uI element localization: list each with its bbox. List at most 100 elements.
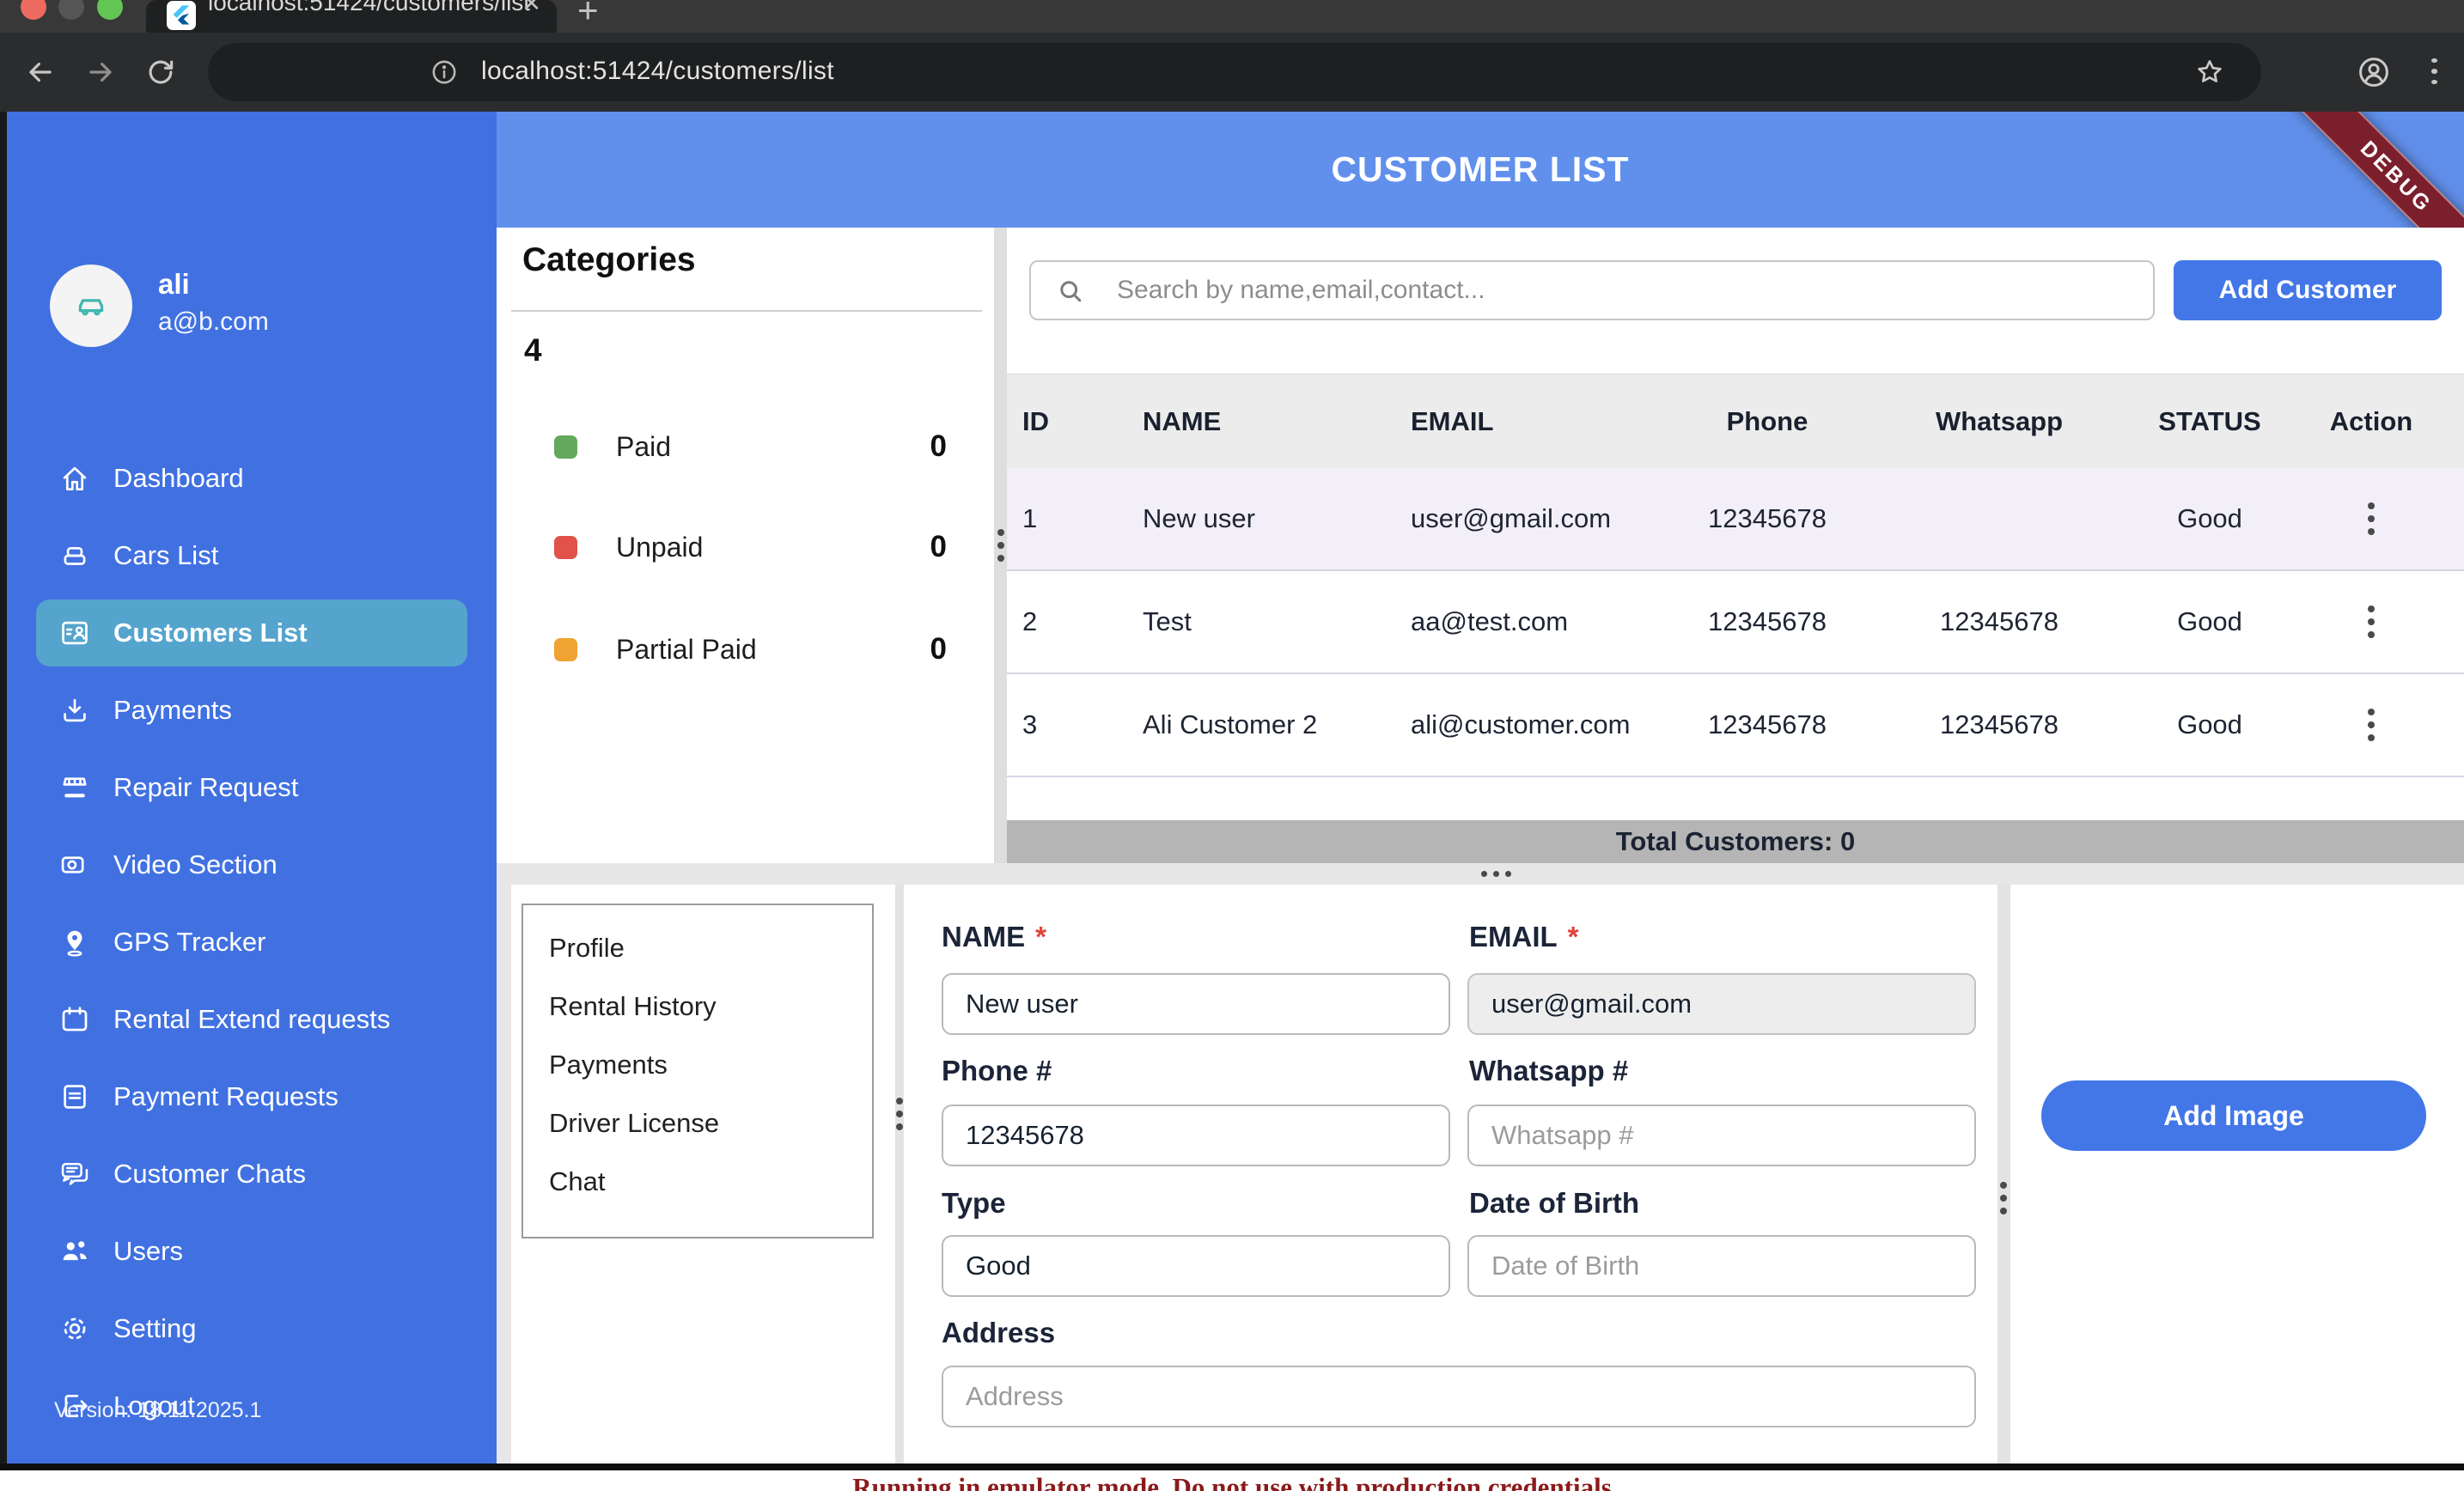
- category-row-partial-paid[interactable]: Partial Paid 0: [497, 630, 994, 669]
- splitter-handle-icon: [896, 1098, 903, 1130]
- dob-label: Date of Birth: [1469, 1187, 1639, 1220]
- email-field[interactable]: [1467, 973, 1976, 1035]
- col-email: EMAIL: [1368, 406, 1677, 437]
- url-bar[interactable]: localhost:51424/customers/list: [208, 43, 2261, 101]
- whatsapp-field[interactable]: [1467, 1105, 1976, 1166]
- new-tab-button[interactable]: +: [577, 0, 599, 31]
- car-icon: [58, 539, 91, 572]
- email-label: EMAIL*: [1469, 921, 1579, 953]
- col-phone: Phone: [1677, 406, 1857, 437]
- user-name: ali: [158, 268, 190, 301]
- gear-icon: [58, 1312, 91, 1345]
- site-info-icon[interactable]: [430, 58, 459, 87]
- panel-splitter-horizontal[interactable]: [497, 863, 2464, 885]
- type-field[interactable]: [942, 1235, 1450, 1297]
- customer-form-panel: NAME* EMAIL* Phone # Whatsapp # Type Dat…: [904, 885, 1997, 1464]
- calendar-icon: [58, 1003, 91, 1036]
- required-asterisk: *: [1568, 921, 1579, 952]
- avatar[interactable]: [50, 265, 132, 347]
- name-field[interactable]: [942, 973, 1450, 1035]
- browser-chrome: localhost:51424/customers/list ✕ + local…: [0, 0, 2464, 112]
- col-whatsapp: Whatsapp: [1857, 406, 2141, 437]
- chat-bubbles-icon: [58, 1158, 91, 1190]
- customer-image-panel: Add Image: [2010, 885, 2464, 1464]
- detail-tabs-box: Profile Rental History Payments Driver L…: [521, 904, 874, 1238]
- sidebar-nav: Dashboard Cars List Customers List Payme…: [7, 440, 497, 1445]
- tab-chat[interactable]: Chat: [523, 1153, 872, 1211]
- name-label: NAME*: [942, 921, 1046, 953]
- tab-strip: localhost:51424/customers/list ✕ +: [0, 0, 2464, 33]
- row-actions-icon[interactable]: [2368, 606, 2375, 638]
- phone-field[interactable]: [942, 1105, 1450, 1166]
- forward-icon[interactable]: [84, 56, 117, 88]
- search-input[interactable]: [1029, 260, 2155, 320]
- traffic-light-zoom[interactable]: [97, 0, 123, 20]
- sidebar-item-gps-tracker[interactable]: GPS Tracker: [36, 904, 467, 981]
- sidebar-item-rental-extend-requests[interactable]: Rental Extend requests: [36, 981, 467, 1058]
- table-row[interactable]: 1 New user user@gmail.com 12345678 Good: [1007, 468, 2464, 571]
- location-pin-icon: [58, 926, 91, 958]
- traffic-light-close[interactable]: [21, 0, 46, 20]
- total-customers-bar: Total Customers: 0: [1007, 820, 2464, 863]
- url-text[interactable]: localhost:51424/customers/list: [481, 57, 834, 86]
- col-id: ID: [1007, 406, 1110, 437]
- download-icon: [58, 694, 91, 727]
- partial-paid-color-swatch: [554, 638, 577, 661]
- address-field[interactable]: [942, 1366, 1976, 1427]
- splitter-handle-icon: [997, 529, 1004, 562]
- window-edge: [0, 112, 7, 1464]
- tab-close-icon[interactable]: ✕: [521, 0, 541, 17]
- dob-field[interactable]: [1467, 1235, 1976, 1297]
- table-row[interactable]: 3 Ali Customer 2 ali@customer.com 123456…: [1007, 674, 2464, 777]
- tab-profile[interactable]: Profile: [523, 919, 872, 977]
- video-camera-icon: [58, 849, 91, 881]
- tab-rental-history[interactable]: Rental History: [523, 977, 872, 1036]
- document-icon: [58, 1080, 91, 1113]
- sidebar-item-customer-chats[interactable]: Customer Chats: [36, 1135, 467, 1213]
- profile-avatar-icon[interactable]: [2356, 54, 2392, 90]
- user-email: a@b.com: [158, 307, 269, 337]
- sidebar-item-customers-list[interactable]: Customers List: [36, 599, 467, 666]
- category-row-paid[interactable]: Paid 0: [497, 427, 994, 466]
- sidebar-item-payments[interactable]: Payments: [36, 672, 467, 749]
- browser-menu-icon[interactable]: [2431, 58, 2457, 84]
- splitter-handle-icon: [1481, 871, 1511, 877]
- page-header: CUSTOMER LIST: [497, 112, 2464, 228]
- sidebar-item-setting[interactable]: Setting: [36, 1290, 467, 1367]
- customer-card-icon: [58, 617, 91, 649]
- category-row-unpaid[interactable]: Unpaid 0: [497, 527, 994, 567]
- sidebar-item-payment-requests[interactable]: Payment Requests: [36, 1058, 467, 1135]
- divider: [511, 310, 982, 312]
- add-image-button[interactable]: Add Image: [2041, 1080, 2426, 1151]
- sidebar-item-cars-list[interactable]: Cars List: [36, 517, 467, 594]
- panel-splitter-vertical[interactable]: [994, 228, 1007, 863]
- version-label: Version: 18.11.2025.1: [54, 1398, 261, 1423]
- required-asterisk: *: [1035, 921, 1046, 952]
- sidebar-item-video-section[interactable]: Video Section: [36, 826, 467, 904]
- panel-splitter-vertical[interactable]: [895, 885, 904, 1464]
- panel-splitter-vertical[interactable]: [1997, 885, 2010, 1464]
- emulator-warning-text: Running in emulator mode. Do not use wit…: [0, 1472, 2464, 1491]
- traffic-light-minimize[interactable]: [58, 0, 84, 20]
- tab-driver-license[interactable]: Driver License: [523, 1094, 872, 1153]
- browser-tab[interactable]: localhost:51424/customers/list ✕: [146, 0, 557, 33]
- app-window: ali a@b.com Dashboard Cars List Customer…: [0, 112, 2464, 1464]
- back-icon[interactable]: [24, 56, 57, 88]
- address-label: Address: [942, 1317, 1055, 1349]
- reload-icon[interactable]: [144, 56, 177, 88]
- paid-color-swatch: [554, 435, 577, 459]
- table-row[interactable]: 2 Test aa@test.com 12345678 12345678 Goo…: [1007, 571, 2464, 674]
- table-row-partial[interactable]: [1007, 777, 2464, 819]
- sidebar-item-dashboard[interactable]: Dashboard: [36, 440, 467, 517]
- sidebar: ali a@b.com Dashboard Cars List Customer…: [7, 112, 497, 1464]
- add-customer-button[interactable]: Add Customer: [2174, 260, 2442, 320]
- emulator-warning-bar: Running in emulator mode. Do not use wit…: [0, 1470, 2464, 1491]
- sidebar-item-users[interactable]: Users: [36, 1213, 467, 1290]
- row-actions-icon[interactable]: [2368, 502, 2375, 535]
- sidebar-item-repair-request[interactable]: Repair Request: [36, 749, 467, 826]
- row-actions-icon[interactable]: [2368, 709, 2375, 741]
- tab-payments[interactable]: Payments: [523, 1036, 872, 1094]
- categories-title: Categories: [522, 241, 696, 279]
- bookmark-star-icon[interactable]: [2194, 57, 2225, 88]
- whatsapp-label: Whatsapp #: [1469, 1055, 1628, 1087]
